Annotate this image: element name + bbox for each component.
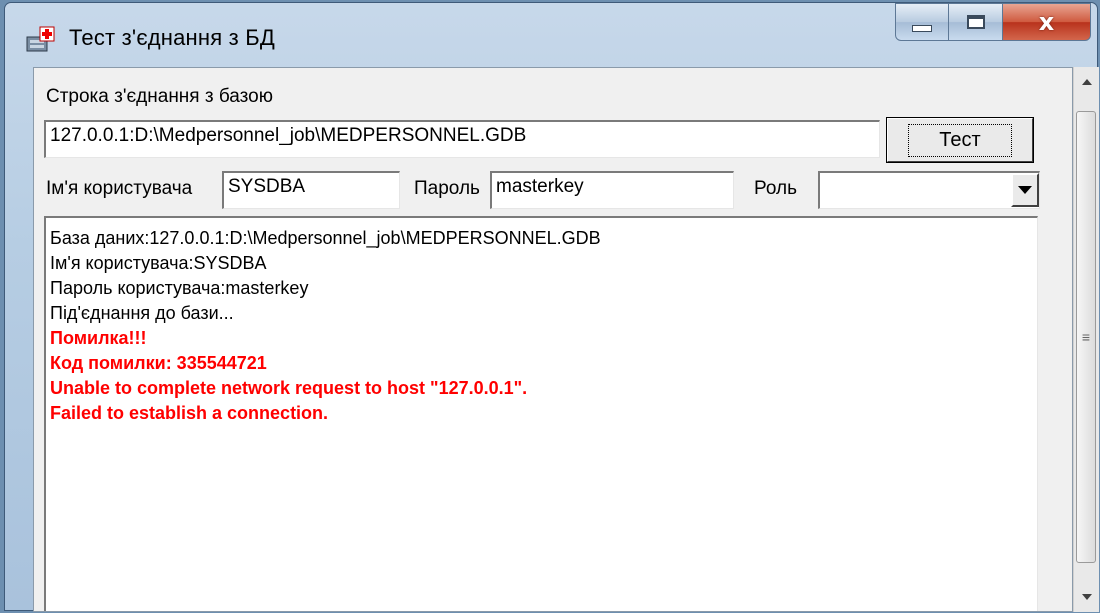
form-client-area: Строка з'єднання з базою 127.0.0.1:D:\Me… xyxy=(33,67,1073,612)
scroll-up-button[interactable] xyxy=(1074,67,1099,97)
maximize-icon xyxy=(966,15,985,29)
error-line: Unable to complete network request to ho… xyxy=(50,378,528,398)
scroll-down-button[interactable] xyxy=(1074,582,1099,612)
database-medical-icon xyxy=(23,23,57,57)
password-label: Пароль xyxy=(414,178,480,199)
error-line: Помилка!!! xyxy=(50,328,147,348)
arrow-down-icon xyxy=(1081,594,1092,600)
log-line: Ім'я користувача:SYSDBA xyxy=(50,253,267,273)
chevron-down-icon xyxy=(1018,186,1032,194)
log-line: Пароль користувача:masterkey xyxy=(50,278,309,298)
app-window: Тест з'єднання з БД x Строка з'єднання з… xyxy=(4,2,1099,612)
role-label: Роль xyxy=(754,178,797,199)
role-select[interactable] xyxy=(818,171,1040,209)
username-label: Ім'я користувача xyxy=(46,178,193,199)
title-bar[interactable]: Тест з'єднання з БД x xyxy=(5,3,1097,75)
log-line: База даних:127.0.0.1:D:\Medpersonnel_job… xyxy=(50,228,601,248)
role-dropdown-button[interactable] xyxy=(1011,173,1039,207)
test-button-label: Тест xyxy=(908,123,1012,157)
log-line: Під'єднання до бази... xyxy=(50,303,234,323)
vertical-scrollbar[interactable]: ≡ xyxy=(1073,67,1099,612)
minimize-button[interactable] xyxy=(895,3,949,41)
close-button[interactable]: x xyxy=(1003,3,1091,41)
log-output[interactable]: База даних:127.0.0.1:D:\Medpersonnel_job… xyxy=(44,216,1038,611)
password-input[interactable]: masterkey xyxy=(490,171,734,209)
test-button[interactable]: Тест xyxy=(886,117,1034,163)
connection-string-label: Строка з'єднання з базою xyxy=(46,86,273,107)
window-title: Тест з'єднання з БД xyxy=(69,25,276,50)
arrow-up-icon xyxy=(1081,79,1092,85)
close-icon: x xyxy=(1038,8,1055,36)
error-line: Код помилки: 335544721 xyxy=(50,353,267,373)
error-line: Failed to establish a connection. xyxy=(50,403,329,423)
username-input[interactable]: SYSDBA xyxy=(222,171,400,209)
connection-string-input[interactable]: 127.0.0.1:D:\Medpersonnel_job\MEDPERSONN… xyxy=(44,120,880,158)
caption-buttons: x xyxy=(895,3,1091,45)
minimize-icon xyxy=(912,24,932,32)
scroll-thumb[interactable]: ≡ xyxy=(1076,111,1096,563)
maximize-button[interactable] xyxy=(949,3,1003,41)
grip-icon: ≡ xyxy=(1081,329,1091,345)
